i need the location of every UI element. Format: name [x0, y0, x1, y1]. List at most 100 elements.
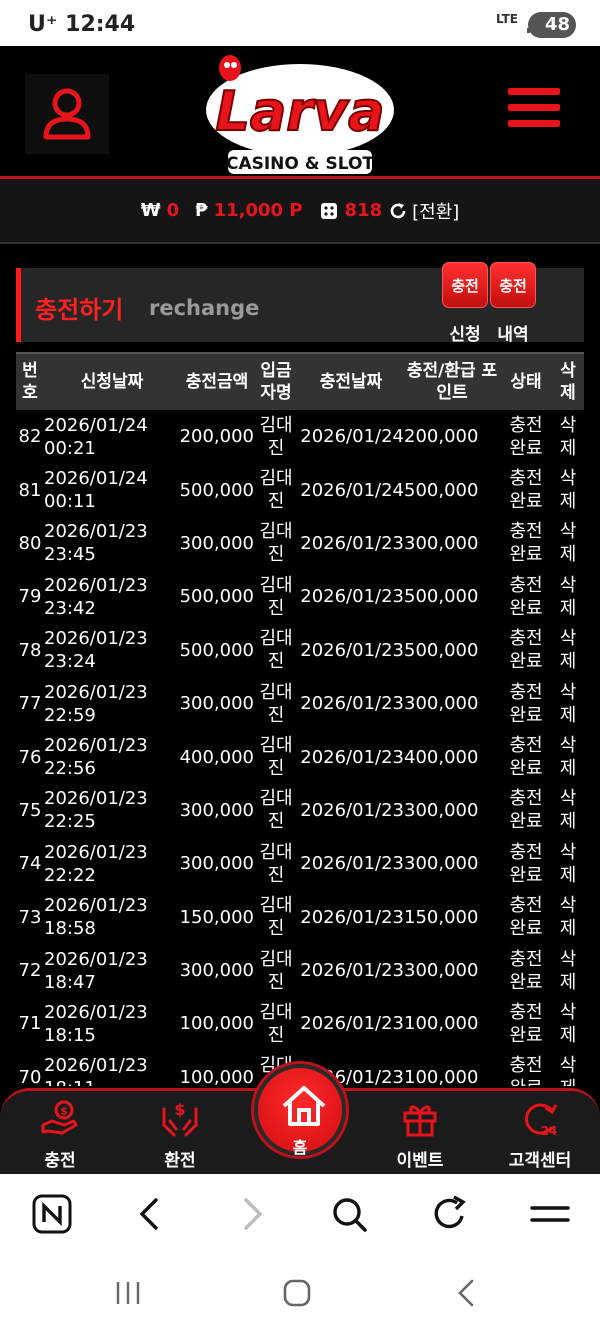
col-amount-cell: 500,000 [179, 639, 254, 661]
table-body: 82 2026/01/24 00:21 200,000 김대 진 2026/01/24 2… [16, 410, 584, 1086]
col-request-date-header: 신청날짜 [80, 372, 144, 392]
refresh-icon[interactable] [388, 201, 408, 221]
col-no-cell: 81 [18, 479, 42, 501]
col-depositor-cell: 김대 진 [259, 628, 293, 673]
balance-bar: ₩ 0 ₱ 11,000 P 818 [전환] [0, 179, 600, 244]
col-charge-date-cell: 2026/01/23 [300, 693, 404, 715]
col-no-cell: 78 [18, 639, 42, 661]
charge-icon: $ [41, 1100, 78, 1135]
delete-button[interactable]: 삭 제 [552, 730, 584, 783]
charge-history-label[interactable]: 내역 [483, 320, 543, 345]
delete-button[interactable]: 삭 제 [552, 624, 584, 677]
status-bar: U⁺ 12:44 LTE 48 [0, 0, 600, 46]
charge-request-button[interactable]: 충전 [442, 262, 488, 308]
charge-request-pill-label: 충전 [451, 276, 479, 295]
col-request-date-cell: 2026/01/23 23:45 [44, 521, 148, 566]
col-amount-cell: 300,000 [179, 799, 254, 821]
table-header: 번 호 신청날짜 충전금액 입금 자명 충전날짜 충전/환급 포 인트 상태 삭 제 [16, 352, 584, 410]
col-depositor-header: 입금 자명 [260, 361, 292, 403]
exchange-icon: $ [162, 1100, 198, 1137]
col-request-date-cell: 2026/01/23 22:25 [44, 788, 148, 833]
delete-button[interactable]: 삭 제 [552, 944, 584, 997]
table-row: 82 2026/01/24 00:21 200,000 김대 진 2026/01/24 2… [16, 410, 584, 463]
back-icon[interactable] [128, 1194, 172, 1234]
nav-support[interactable]: 24 고객센터 [490, 1095, 590, 1173]
delete-button[interactable]: 삭 제 [552, 463, 584, 516]
delete-button[interactable]: 삭 제 [552, 997, 584, 1050]
col-point-cell: 100,000 [404, 1013, 479, 1035]
col-charge-date-cell: 2026/01/23 [300, 746, 404, 768]
col-point-cell: 300,000 [404, 532, 479, 554]
col-no-cell: 76 [18, 746, 42, 768]
naver-icon[interactable] [30, 1194, 74, 1234]
logo-subtitle: CASINO & SLOT [226, 154, 374, 174]
col-charge-date-cell: 2026/01/23 [300, 799, 404, 821]
col-point-cell: 300,000 [404, 853, 479, 875]
nav-home-button[interactable]: 홈 [254, 1064, 346, 1157]
col-request-date-cell: 2026/01/23 18:58 [44, 895, 148, 940]
col-no-cell: 79 [18, 586, 42, 608]
nav-event[interactable]: 이벤트 [370, 1095, 470, 1173]
col-amount-cell: 100,000 [179, 1013, 254, 1035]
delete-button[interactable]: 삭 제 [552, 410, 584, 463]
delete-button[interactable]: 삭 제 [552, 784, 584, 837]
delete-button[interactable]: 삭 제 [552, 837, 584, 890]
col-point-cell: 300,000 [404, 693, 479, 715]
menu-icon[interactable] [528, 1194, 572, 1234]
col-charge-date-header: 충전날짜 [319, 372, 383, 392]
col-depositor-cell: 김대 진 [259, 948, 293, 993]
browser-toolbar [0, 1174, 600, 1254]
recharge-panel: 충전하기 rechange 충전 신청 충전 내역 [16, 262, 584, 345]
nav-charge[interactable]: $ 충전 [10, 1095, 110, 1173]
back-system-icon[interactable] [452, 1278, 482, 1308]
charge-history-button[interactable]: 충전 [490, 262, 536, 308]
nav-support-label: 고객센터 [508, 1151, 572, 1171]
hamburger-menu-button[interactable] [508, 88, 560, 134]
point-balance: 11,000 P [213, 200, 303, 221]
col-request-date-cell: 2026/01/23 22:56 [44, 735, 148, 780]
col-request-date-cell: 2026/01/23 22:22 [44, 841, 148, 886]
col-status-header: 상태 [510, 372, 542, 392]
charge-history-table: 번 호 신청날짜 충전금액 입금 자명 충전날짜 충전/환급 포 인트 상태 삭 제 82 20… [16, 352, 584, 1086]
col-status-cell: 충전 완료 [509, 681, 543, 726]
delete-button[interactable]: 삭 제 [552, 891, 584, 944]
page-title: 충전하기 [35, 296, 124, 324]
col-depositor-cell: 김대 진 [259, 521, 293, 566]
col-no-header: 번 호 [22, 361, 38, 403]
table-row: 71 2026/01/23 18:15 100,000 김대 진 2026/01/23 1… [16, 997, 584, 1050]
delete-button[interactable]: 삭 제 [552, 517, 584, 570]
home-system-icon[interactable] [282, 1278, 312, 1308]
col-no-cell: 74 [18, 853, 42, 875]
col-amount-cell: 200,000 [179, 426, 254, 448]
gift-icon [403, 1105, 437, 1137]
nav-charge-label: 충전 [44, 1151, 76, 1171]
col-request-date-cell: 2026/01/23 18:11 [44, 1055, 148, 1086]
reload-icon[interactable] [428, 1194, 472, 1234]
nav-exchange[interactable]: $ 환전 [130, 1095, 230, 1173]
chip-balance: 818 [344, 200, 383, 221]
recent-apps-icon[interactable] [114, 1278, 144, 1308]
col-status-cell: 충전 완료 [509, 628, 543, 673]
delete-button[interactable]: 삭 제 [552, 570, 584, 623]
user-button[interactable] [25, 74, 109, 154]
col-depositor-cell: 김대 진 [259, 841, 293, 886]
switch-button[interactable]: [전환] [412, 198, 459, 224]
col-amount-cell: 300,000 [179, 693, 254, 715]
col-charge-date-cell: 2026/01/23 [300, 960, 404, 982]
point-icon: ₱ [195, 200, 208, 221]
col-depositor-cell: 김대 진 [259, 574, 293, 619]
col-charge-date-cell: 2026/01/23 [300, 1013, 404, 1035]
system-nav-bar [0, 1254, 600, 1334]
col-point-cell: 150,000 [404, 906, 479, 928]
forward-icon[interactable] [230, 1194, 274, 1234]
col-charge-date-cell: 2026/01/23 [300, 639, 404, 661]
col-point-cell: 200,000 [404, 426, 479, 448]
menu-bar [508, 120, 560, 127]
search-icon[interactable] [328, 1194, 372, 1234]
col-depositor-cell: 김대 진 [259, 1001, 293, 1046]
svg-text:$: $ [60, 1105, 68, 1118]
delete-button[interactable]: 삭 제 [552, 1051, 584, 1086]
col-point-cell: 500,000 [404, 586, 479, 608]
col-status-cell: 충전 완료 [509, 735, 543, 780]
delete-button[interactable]: 삭 제 [552, 677, 584, 730]
